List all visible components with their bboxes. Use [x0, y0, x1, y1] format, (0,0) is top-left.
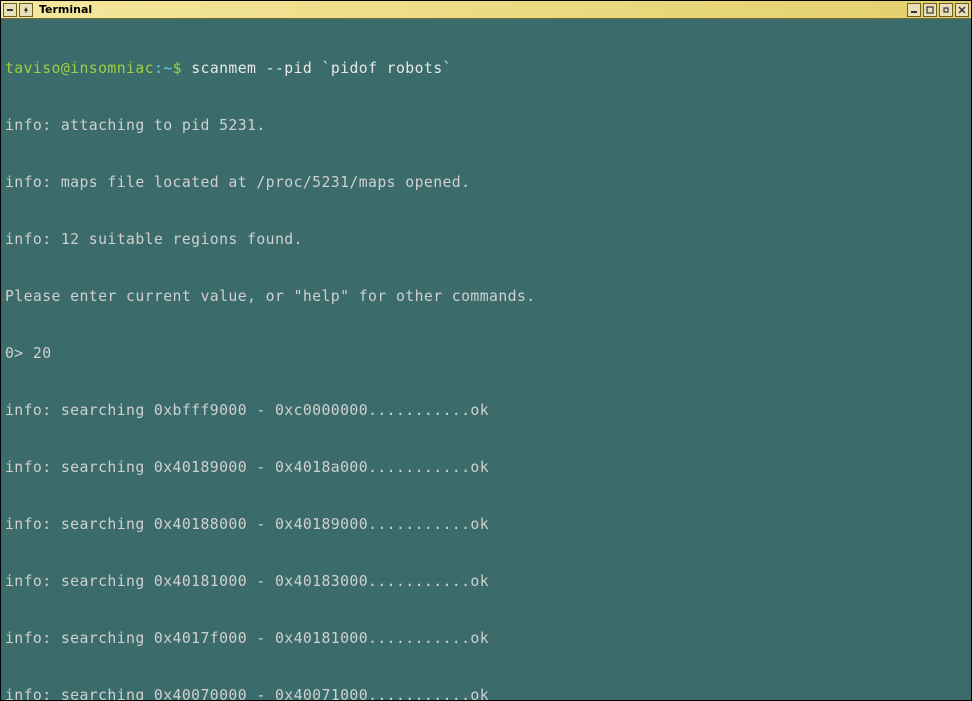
output-line: info: searching 0x40181000 - 0x40183000.…	[5, 572, 967, 591]
output-line: info: searching 0x40189000 - 0x4018a000.…	[5, 458, 967, 477]
terminal-viewport[interactable]: taviso@insomniac:~$ scanmem --pid `pidof…	[1, 19, 971, 700]
prompt-line: taviso@insomniac:~$ scanmem --pid `pidof…	[5, 59, 967, 78]
titlebar-pin-button[interactable]	[19, 3, 33, 17]
prompt-dollar: $	[173, 60, 192, 77]
terminal-window: Terminal taviso@insomniac:~$ scanmem --p…	[0, 0, 972, 701]
output-line: Please enter current value, or "help" fo…	[5, 287, 967, 306]
prompt-sep: :	[154, 60, 163, 77]
output-line: info: maps file located at /proc/5231/ma…	[5, 173, 967, 192]
output-line: info: searching 0x4017f000 - 0x40181000.…	[5, 629, 967, 648]
output-line: info: searching 0xbfff9000 - 0xc0000000.…	[5, 401, 967, 420]
command-text: scanmem --pid `pidof robots`	[191, 60, 452, 77]
output-line: info: 12 suitable regions found.	[5, 230, 967, 249]
window-title: Terminal	[35, 3, 905, 16]
minimize-button[interactable]	[907, 3, 921, 17]
titlebar[interactable]: Terminal	[1, 1, 971, 19]
output-line: 0> 20	[5, 344, 967, 363]
output-line: info: attaching to pid 5231.	[5, 116, 967, 135]
prompt-user: taviso	[5, 60, 61, 77]
titlebar-menu-button[interactable]	[3, 3, 17, 17]
close-button[interactable]	[955, 3, 969, 17]
output-line: info: searching 0x40070000 - 0x40071000.…	[5, 686, 967, 700]
restore-button[interactable]	[939, 3, 953, 17]
maximize-button[interactable]	[923, 3, 937, 17]
prompt-path: ~	[163, 60, 172, 77]
output-line: info: searching 0x40188000 - 0x40189000.…	[5, 515, 967, 534]
titlebar-right-controls	[907, 3, 969, 17]
prompt-at: @	[61, 60, 70, 77]
prompt-host: insomniac	[70, 60, 154, 77]
